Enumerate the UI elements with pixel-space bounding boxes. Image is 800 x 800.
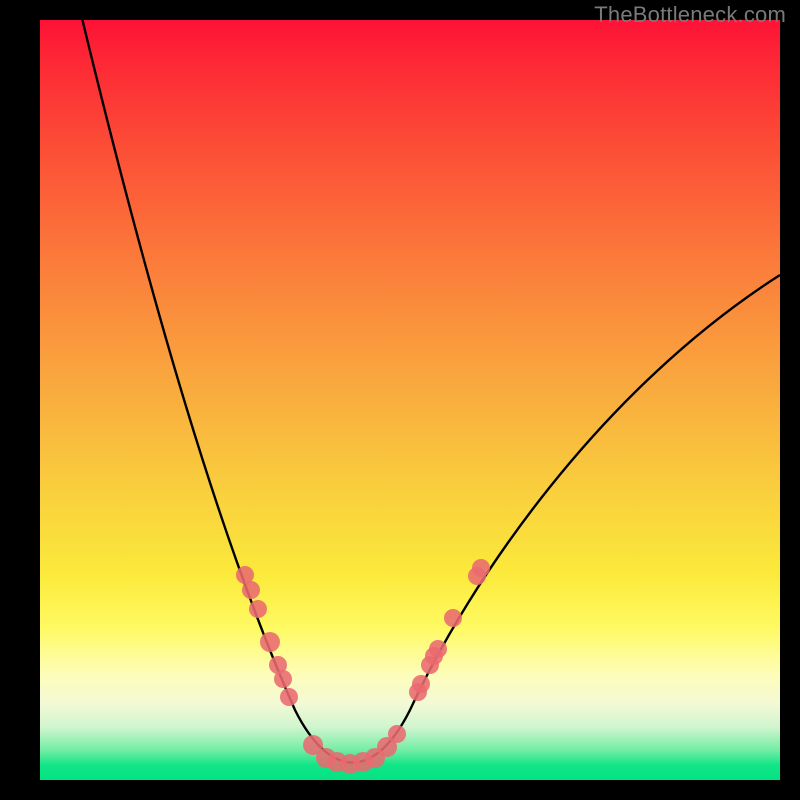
data-point bbox=[274, 670, 292, 688]
data-point bbox=[249, 600, 267, 618]
watermark-text: TheBottleneck.com bbox=[594, 2, 786, 28]
data-point bbox=[280, 688, 298, 706]
data-point bbox=[242, 581, 260, 599]
data-point bbox=[260, 632, 280, 652]
chart-svg bbox=[40, 20, 780, 780]
data-point bbox=[444, 609, 462, 627]
data-point bbox=[412, 675, 430, 693]
dot-group bbox=[236, 559, 490, 774]
chart-frame: TheBottleneck.com bbox=[0, 0, 800, 800]
data-point bbox=[429, 640, 447, 658]
data-point bbox=[472, 559, 490, 577]
data-point bbox=[388, 725, 406, 743]
plot-area bbox=[40, 20, 780, 780]
